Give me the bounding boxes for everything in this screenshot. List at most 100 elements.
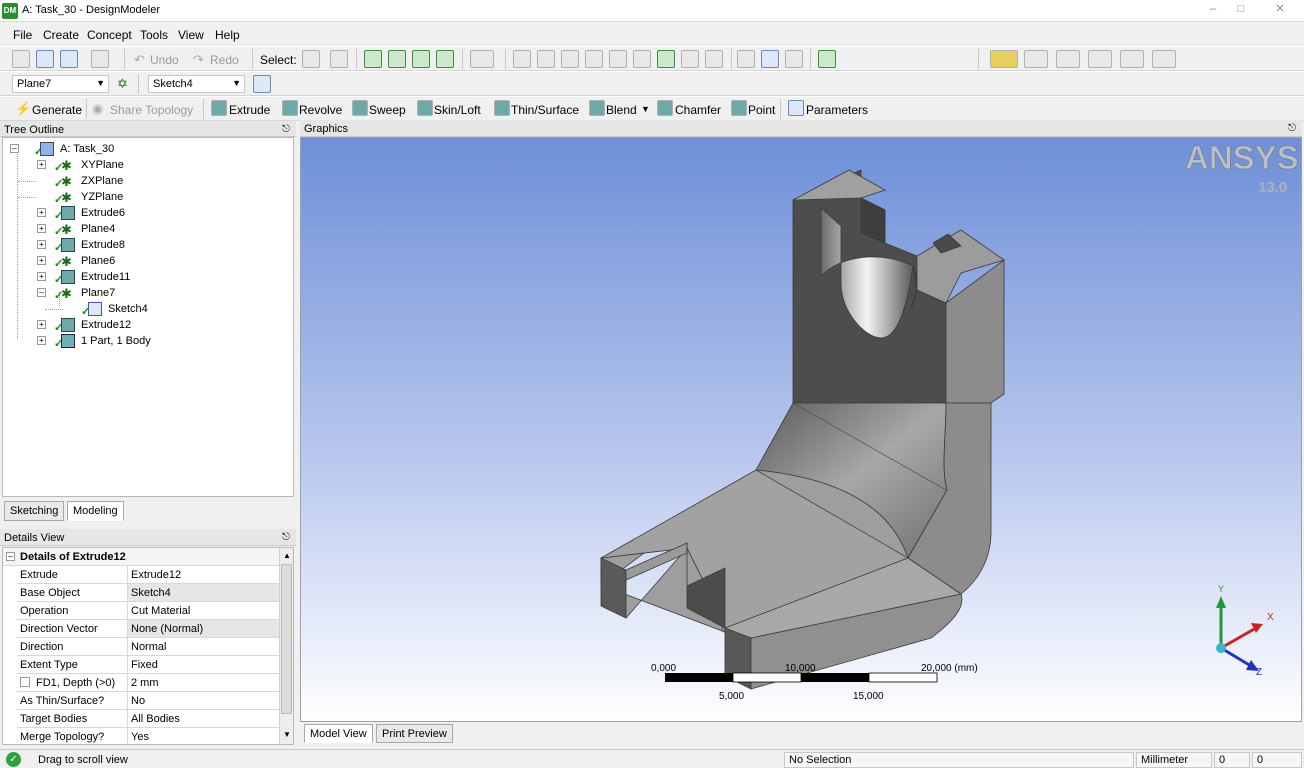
expand-icon[interactable]: + bbox=[37, 272, 46, 281]
display-style-icon[interactable] bbox=[990, 50, 1018, 68]
chamfer-button[interactable]: Chamfer bbox=[675, 103, 721, 117]
menu-help[interactable]: Help bbox=[215, 28, 240, 42]
revolve-button[interactable]: Revolve bbox=[299, 103, 342, 117]
details-row[interactable]: Direction Normal bbox=[17, 638, 279, 656]
display-point-icon[interactable] bbox=[785, 50, 803, 68]
details-row[interactable]: Base Object Sketch4 bbox=[17, 584, 279, 602]
parameters-button[interactable]: Parameters bbox=[806, 103, 868, 117]
selection-filter-icon[interactable] bbox=[470, 50, 494, 68]
details-row[interactable]: Direction Vector None (Normal) bbox=[17, 620, 279, 638]
details-value[interactable]: Yes bbox=[127, 728, 279, 744]
expand-icon[interactable]: + bbox=[37, 336, 46, 345]
maximize-button[interactable]: □ bbox=[1226, 0, 1256, 20]
select-cursor-icon[interactable] bbox=[302, 50, 320, 68]
details-row[interactable]: As Thin/Surface? No bbox=[17, 692, 279, 710]
details-value[interactable]: Normal bbox=[127, 638, 279, 655]
model-canvas[interactable]: ANSYS 13.0 0,000 10,000 20,000 (mm) 5,00… bbox=[301, 138, 1302, 722]
parameter-checkbox[interactable] bbox=[20, 677, 30, 687]
close-button[interactable]: ✕ bbox=[1258, 0, 1302, 20]
select-face-icon[interactable] bbox=[412, 50, 430, 68]
collapse-icon[interactable]: – bbox=[10, 144, 19, 153]
details-row[interactable]: FD1, Depth (>0) 2 mm bbox=[17, 674, 279, 692]
generate-button[interactable]: Generate bbox=[32, 103, 82, 117]
new-icon[interactable] bbox=[12, 50, 30, 68]
tree-item-xyplane[interactable]: + ✓ ✱ XYPlane bbox=[37, 157, 277, 174]
new-sketch-icon[interactable] bbox=[253, 75, 271, 93]
tree-item-plane7[interactable]: – ✓ ✱ Plane7 bbox=[37, 285, 277, 302]
new-plane-icon[interactable]: ✡ bbox=[117, 77, 128, 91]
edge-1-icon[interactable] bbox=[1056, 50, 1080, 68]
extrude-button[interactable]: Extrude bbox=[229, 103, 270, 117]
expand-icon[interactable]: + bbox=[37, 208, 46, 217]
edge-joint-icon[interactable] bbox=[1024, 50, 1048, 68]
expand-icon[interactable]: + bbox=[37, 256, 46, 265]
details-value[interactable]: No bbox=[127, 692, 279, 709]
scrollbar-thumb[interactable] bbox=[281, 564, 292, 714]
zoom-icon[interactable] bbox=[561, 50, 579, 68]
expand-icon[interactable]: + bbox=[37, 224, 46, 233]
edge-3-icon[interactable] bbox=[1120, 50, 1144, 68]
details-scrollbar[interactable]: ▲ ▼ bbox=[279, 548, 293, 744]
details-value[interactable]: Cut Material bbox=[127, 602, 279, 619]
tab-print-preview[interactable]: Print Preview bbox=[376, 724, 453, 743]
details-value[interactable]: None (Normal) bbox=[127, 620, 279, 637]
triad-icon[interactable] bbox=[737, 50, 755, 68]
scroll-down-icon[interactable]: ▼ bbox=[283, 730, 291, 739]
tree-item-plane4[interactable]: + ✓ ✱ Plane4 bbox=[37, 221, 277, 238]
tree-item-sketch4[interactable]: ✓ Sketch4 bbox=[45, 301, 304, 318]
select-body-icon[interactable] bbox=[436, 50, 454, 68]
display-model-icon[interactable] bbox=[761, 50, 779, 68]
blend-dropdown-chevron-icon[interactable]: ▼ bbox=[641, 104, 650, 114]
save-icon[interactable] bbox=[36, 50, 54, 68]
collapse-icon[interactable]: – bbox=[6, 552, 15, 561]
details-value[interactable]: Extrude12 bbox=[127, 566, 279, 583]
details-value[interactable]: Sketch4 bbox=[127, 584, 279, 601]
sweep-button[interactable]: Sweep bbox=[369, 103, 406, 117]
select-mode-icon[interactable] bbox=[330, 50, 348, 68]
point-button[interactable]: Point bbox=[748, 103, 775, 117]
menu-concept[interactable]: Concept bbox=[87, 28, 132, 42]
iso-view-icon[interactable] bbox=[705, 50, 723, 68]
tab-model-view[interactable]: Model View bbox=[304, 724, 373, 743]
pin-icon[interactable]: ⎋ bbox=[1288, 123, 1296, 134]
details-value[interactable]: All Bodies bbox=[127, 710, 279, 727]
pin-icon[interactable]: ⎋ bbox=[282, 124, 290, 135]
tab-modeling[interactable]: Modeling bbox=[67, 501, 124, 521]
tree-item-zxplane[interactable]: ✓ ✱ ZXPlane bbox=[18, 173, 277, 190]
select-edge-icon[interactable] bbox=[388, 50, 406, 68]
screenshot-icon[interactable] bbox=[91, 50, 109, 68]
blend-button[interactable]: Blend bbox=[606, 103, 637, 117]
tree-item-extrude12[interactable]: + ✓ Extrude12 bbox=[37, 317, 277, 334]
scroll-up-icon[interactable]: ▲ bbox=[283, 551, 291, 560]
pan-icon[interactable] bbox=[537, 50, 555, 68]
zoom-fit-icon[interactable] bbox=[633, 50, 651, 68]
save-as-icon[interactable] bbox=[60, 50, 78, 68]
zoom-out-icon[interactable] bbox=[681, 50, 699, 68]
expand-icon[interactable]: + bbox=[37, 320, 46, 329]
zoom-in-icon[interactable] bbox=[609, 50, 627, 68]
details-value[interactable]: Fixed bbox=[127, 656, 279, 673]
zoom-magnify-icon[interactable] bbox=[657, 50, 675, 68]
details-row[interactable]: Extent Type Fixed bbox=[17, 656, 279, 674]
status-units[interactable]: Millimeter bbox=[1136, 752, 1212, 768]
rotate-icon[interactable] bbox=[513, 50, 531, 68]
menu-view[interactable]: View bbox=[178, 28, 204, 42]
edge-2-icon[interactable] bbox=[1088, 50, 1112, 68]
tree-item-plane6[interactable]: + ✓ ✱ Plane6 bbox=[37, 253, 277, 270]
tree-item-part-body[interactable]: + ✓ 1 Part, 1 Body bbox=[37, 333, 277, 350]
redo-button[interactable]: Redo bbox=[210, 53, 239, 67]
tab-sketching[interactable]: Sketching bbox=[4, 501, 65, 521]
menu-file[interactable]: File bbox=[13, 28, 32, 42]
pin-icon[interactable]: ⎋ bbox=[282, 532, 290, 543]
minimize-button[interactable]: – bbox=[1198, 0, 1228, 20]
details-row[interactable]: Operation Cut Material bbox=[17, 602, 279, 620]
tree-root[interactable]: – ✓ A: Task_30 bbox=[10, 141, 290, 158]
tree-item-extrude11[interactable]: + ✓ Extrude11 bbox=[37, 269, 277, 286]
details-value[interactable]: 2 mm bbox=[127, 674, 279, 691]
expand-icon[interactable]: + bbox=[37, 160, 46, 169]
tree-item-yzplane[interactable]: ✓ ✱ YZPlane bbox=[18, 189, 277, 206]
skin-loft-button[interactable]: Skin/Loft bbox=[434, 103, 481, 117]
undo-button[interactable]: Undo bbox=[150, 53, 179, 67]
thin-surface-button[interactable]: Thin/Surface bbox=[511, 103, 579, 117]
tree-item-extrude6[interactable]: + ✓ Extrude6 bbox=[37, 205, 277, 222]
